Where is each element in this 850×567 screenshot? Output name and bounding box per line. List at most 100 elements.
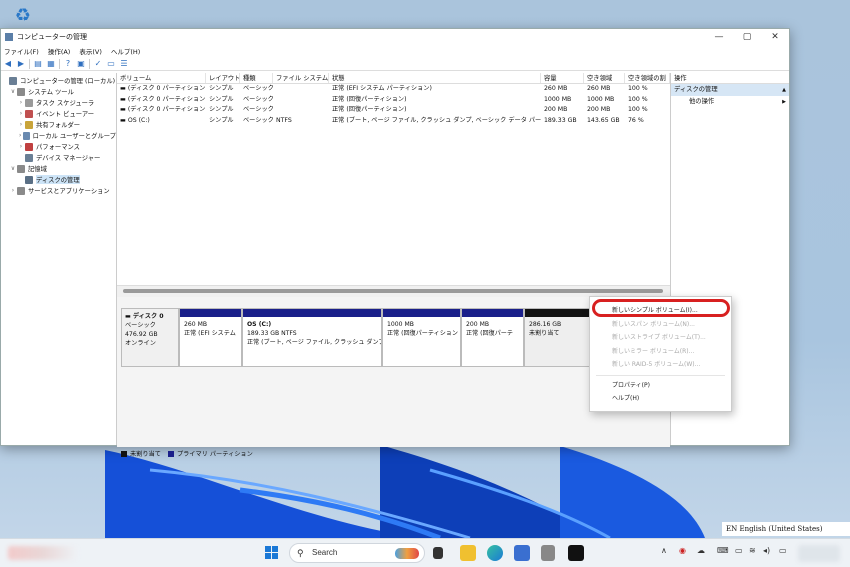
clock[interactable] xyxy=(798,545,840,562)
actions-header: 操作 xyxy=(671,73,789,84)
list-view-icon[interactable]: ☰ xyxy=(119,59,129,69)
expand-chevron-icon[interactable]: › xyxy=(17,110,25,117)
tree-item[interactable]: › パフォーマンス xyxy=(1,141,116,152)
terminal-icon[interactable] xyxy=(568,545,584,561)
menu-action[interactable]: 操作(A) xyxy=(48,46,71,56)
expand-chevron-icon[interactable]: › xyxy=(9,187,17,194)
expand-chevron-icon[interactable]: ∨ xyxy=(9,88,17,95)
forward-arrow-icon[interactable]: ▶ xyxy=(16,59,26,69)
tree-item[interactable]: ∨ システム ツール xyxy=(1,86,116,97)
back-arrow-icon[interactable]: ◀ xyxy=(3,59,13,69)
column-header[interactable]: ボリューム xyxy=(117,73,206,83)
tree-item-label: サービスとアプリケーション xyxy=(28,188,110,195)
volume-list-header: ボリューム レイアウト 種類 ファイル システム 状態 容量 空き領域 空き領域の割 xyxy=(117,73,670,84)
menu-view[interactable]: 表示(V) xyxy=(79,46,102,56)
keyboard-icon[interactable]: ⌨ xyxy=(717,546,729,555)
partition-recovery-1[interactable]: 1000 MB 正常 (回復パーティション xyxy=(382,308,461,367)
table-row[interactable]: ▬ (ディスク 0 パーティション 5) シンプル ベーシック 正常 (回復パーティシ… xyxy=(117,105,670,116)
check-icon[interactable]: ✓ xyxy=(93,59,103,69)
weather-widget[interactable] xyxy=(8,546,78,560)
context-menu-item[interactable]: プロパティ(P) xyxy=(590,379,731,393)
tree-item[interactable]: コンピューターの管理 (ローカル) xyxy=(1,75,116,86)
column-header[interactable]: 種類 xyxy=(240,73,273,83)
display-icon[interactable]: ▭ xyxy=(735,546,743,555)
menu-help[interactable]: ヘルプ(H) xyxy=(111,46,140,56)
table-cell: 100 % xyxy=(628,106,648,113)
partition-efi[interactable]: 260 MB 正常 (EFI システム xyxy=(179,308,242,367)
table-cell: 正常 (ブート, ページ ファイル, クラッシュ ダンプ, ベーシック データ … xyxy=(332,116,541,124)
partition-size: 189.33 GB NTFS xyxy=(247,330,297,337)
volume-icon[interactable]: ◂) xyxy=(763,546,770,555)
partition-size: 200 MB xyxy=(466,321,490,328)
table-cell: 143.65 GB xyxy=(587,116,620,124)
microsoft-store-icon[interactable] xyxy=(514,545,530,561)
search-placeholder: Search xyxy=(312,548,338,557)
expand-chevron-icon[interactable]: › xyxy=(17,121,25,128)
document-icon[interactable]: ▭ xyxy=(106,59,116,69)
context-menu-item: 新しいミラー ボリューム(R)... xyxy=(612,347,695,355)
show-hidden-icons-icon[interactable]: ∧ xyxy=(661,546,667,555)
disk-info[interactable]: ▬ ディスク 0 ベーシック 476.92 GB オンライン xyxy=(121,308,179,367)
tree-item[interactable]: ディスクの管理 xyxy=(1,174,116,185)
recycle-bin-icon[interactable]: ♻ xyxy=(12,5,34,27)
cloud-icon[interactable]: ☁ xyxy=(697,546,705,555)
expand-chevron-icon[interactable]: › xyxy=(17,99,25,106)
context-menu-item: 新しい RAID-5 ボリューム(W)... xyxy=(612,361,701,368)
table-row[interactable]: ▬ OS (C:) シンプル ベーシック NTFS 正常 (ブート, ページ ファイル,… xyxy=(117,116,670,127)
partition-size: 260 MB xyxy=(184,321,208,328)
partition-os-c[interactable]: OS (C:) 189.33 GB NTFS 正常 (ブート, ページ ファイル, … xyxy=(242,308,382,367)
tree-item[interactable]: › タスク スケジューラ xyxy=(1,97,116,108)
expand-chevron-icon[interactable]: ∨ xyxy=(9,165,17,172)
tree-item-label: 記憶域 xyxy=(28,166,47,173)
wifi-icon[interactable]: ≋ xyxy=(749,546,756,555)
toolbar-separator xyxy=(89,58,90,69)
horizontal-scrollbar[interactable] xyxy=(123,289,663,293)
partition-recovery-2[interactable]: 200 MB 正常 (回復パーテ xyxy=(461,308,524,367)
tree-item[interactable]: デバイス マネージャー xyxy=(1,152,116,163)
security-icon[interactable]: ◉ xyxy=(679,546,686,555)
more-actions-item[interactable]: 他の操作 ▶ xyxy=(671,96,789,108)
column-header[interactable]: レイアウト xyxy=(206,73,240,83)
actions-section-disk-management[interactable]: ディスクの管理 ▲ xyxy=(671,84,789,96)
task-view-icon[interactable] xyxy=(433,547,443,559)
column-header[interactable]: 容量 xyxy=(541,73,584,83)
language-bar[interactable]: EN English (United States) xyxy=(722,522,850,536)
disk-name: ▬ ディスク 0 xyxy=(125,313,164,320)
tree-item[interactable]: › サービスとアプリケーション xyxy=(1,185,116,196)
help-icon[interactable]: ? xyxy=(63,59,73,69)
menu-file[interactable]: ファイル(F) xyxy=(4,46,39,56)
collapse-arrow-icon[interactable]: ▲ xyxy=(782,84,789,96)
maximize-button[interactable]: ▢ xyxy=(733,32,761,42)
windows-start-icon[interactable] xyxy=(265,546,279,560)
tree-node-icon xyxy=(25,109,33,118)
column-header[interactable]: ファイル システム xyxy=(273,73,329,83)
column-header[interactable]: 空き領域 xyxy=(584,73,625,83)
edge-browser-icon[interactable] xyxy=(487,545,503,561)
close-button[interactable]: ✕ xyxy=(761,32,789,42)
tree-item[interactable]: › ローカル ユーザーとグループ xyxy=(1,130,116,141)
tree-item[interactable]: › 共有フォルダー xyxy=(1,119,116,130)
table-cell: 1000 MB xyxy=(587,95,615,103)
column-header[interactable]: 空き領域の割 xyxy=(625,73,670,83)
context-menu-item[interactable]: ヘルプ(H) xyxy=(590,392,731,406)
show-hide-tree-icon[interactable]: ▦ xyxy=(46,59,56,69)
taskbar-search-box[interactable]: ⚲ Search xyxy=(289,543,425,563)
tree-item[interactable]: ∨ 記憶域 xyxy=(1,163,116,174)
column-header[interactable]: 状態 xyxy=(329,73,541,83)
properties-icon[interactable]: ▣ xyxy=(76,59,86,69)
more-actions-label: 他の操作 xyxy=(689,98,715,105)
minimize-button[interactable]: — xyxy=(705,32,733,42)
tree-item-label: パフォーマンス xyxy=(36,144,80,151)
partition-bar xyxy=(383,309,460,317)
battery-icon[interactable]: ▭ xyxy=(779,546,787,555)
app-icon xyxy=(5,32,13,41)
table-row[interactable]: ▬ (ディスク 0 パーティション 1) シンプル ベーシック 正常 (EFI システ… xyxy=(117,84,670,95)
table-row[interactable]: ▬ (ディスク 0 パーティション 4) シンプル ベーシック 正常 (回復パーティシ… xyxy=(117,95,670,106)
tree-item[interactable]: › イベント ビューアー xyxy=(1,108,116,119)
file-explorer-icon[interactable] xyxy=(460,545,476,561)
tree-item-label: 共有フォルダー xyxy=(36,122,81,129)
tree-item-label: デバイス マネージャー xyxy=(36,155,101,162)
computer-management-taskbar-icon[interactable] xyxy=(541,545,555,561)
up-folder-icon[interactable]: ▤ xyxy=(33,59,43,69)
expand-chevron-icon[interactable]: › xyxy=(17,143,25,150)
